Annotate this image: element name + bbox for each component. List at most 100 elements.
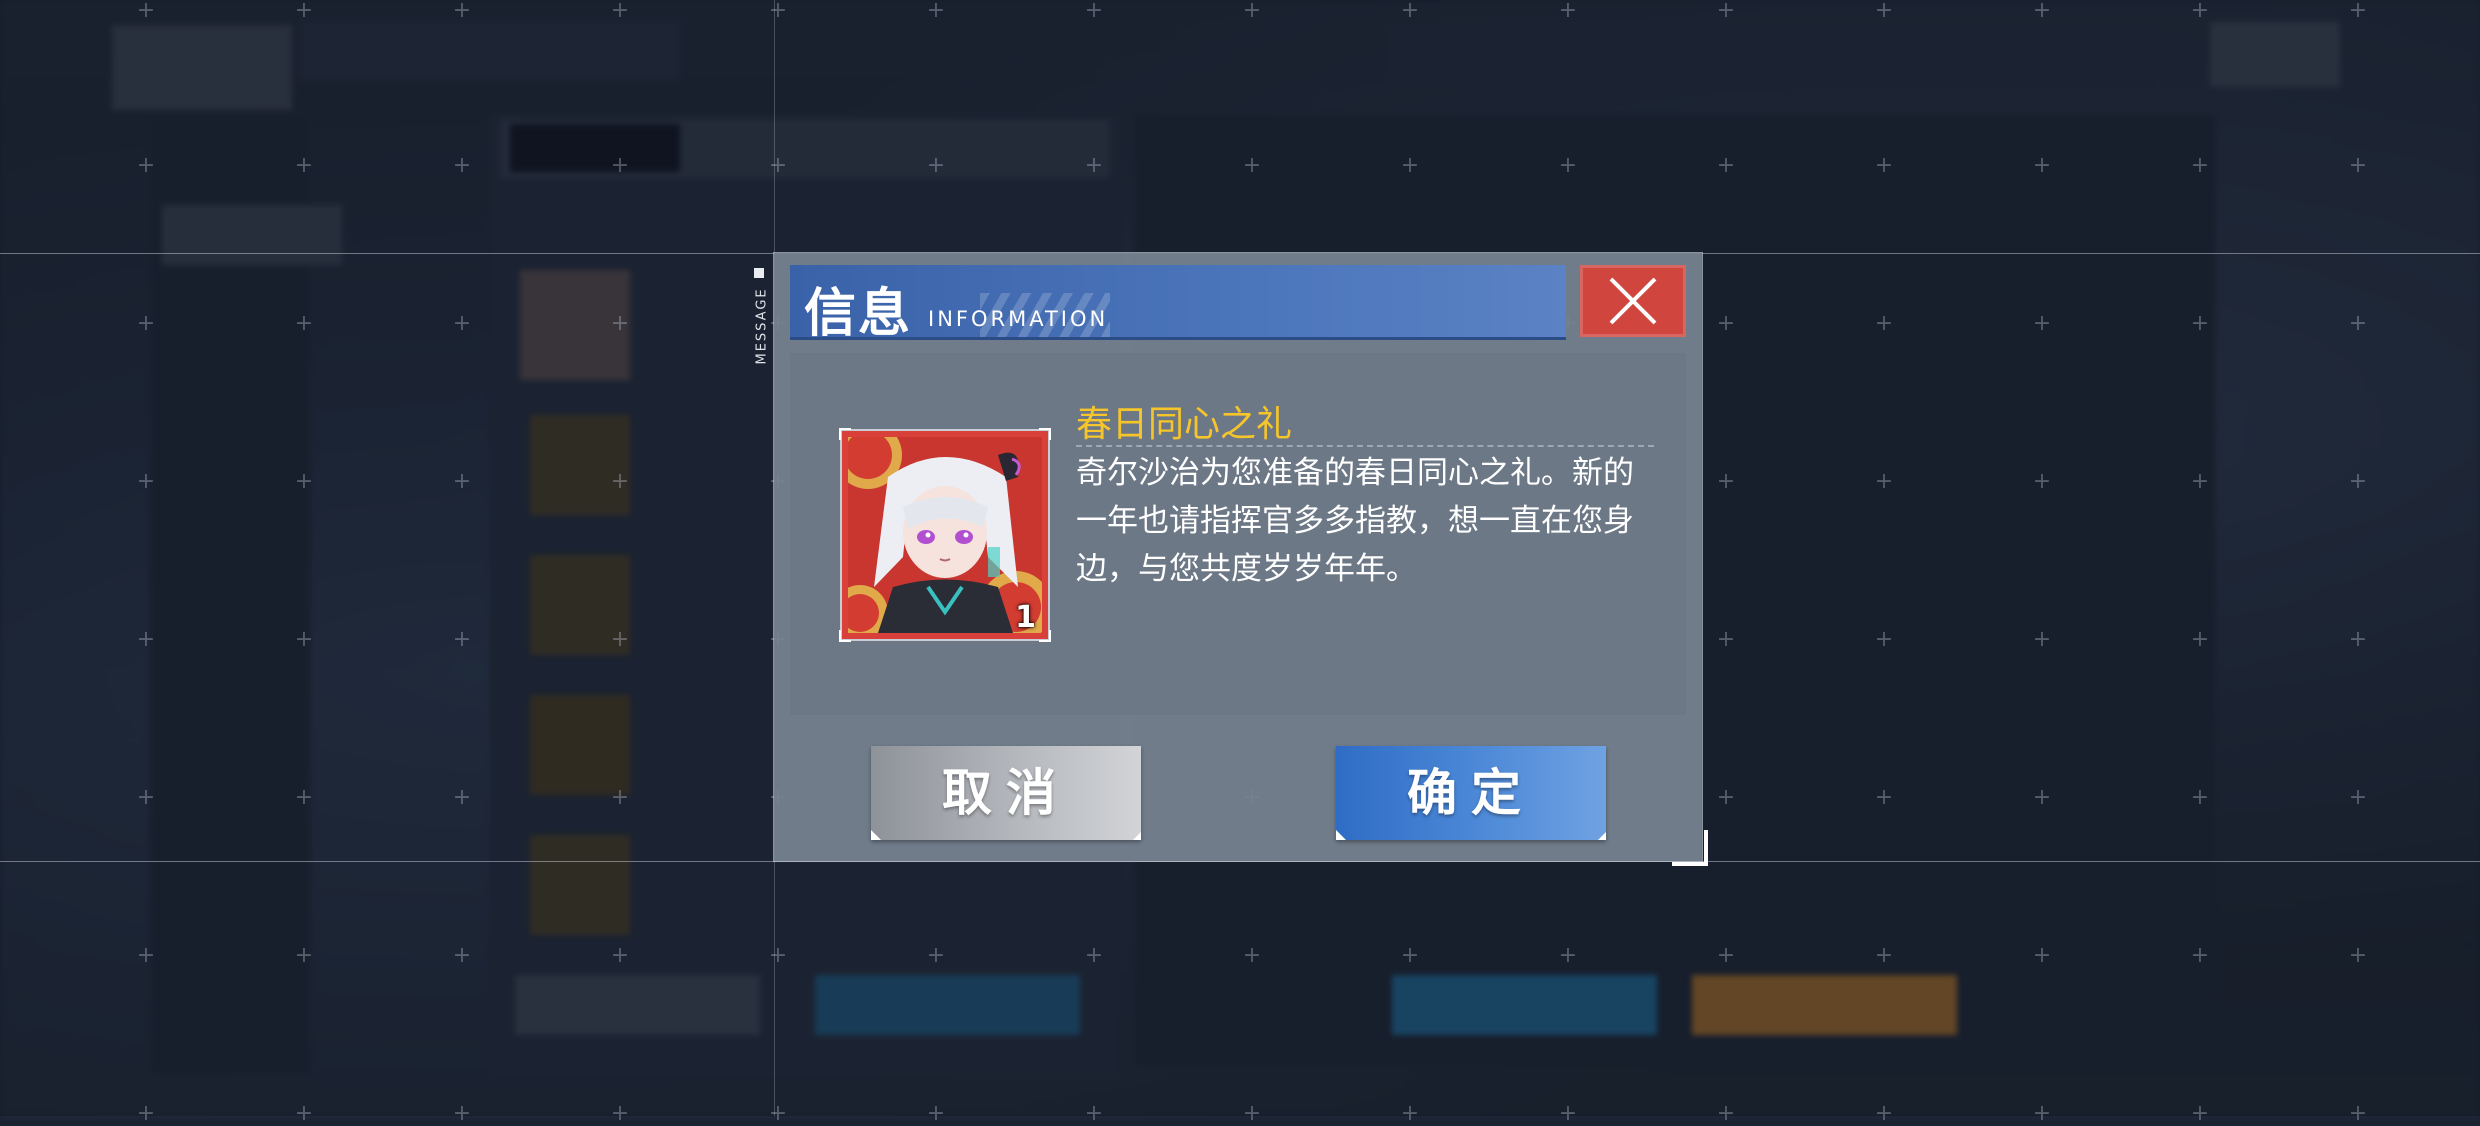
dialog-title: 信息	[804, 283, 913, 344]
grid-plus-mark: +	[136, 0, 156, 23]
grid-plus-mark: +	[926, 0, 946, 23]
grid-plus-mark: +	[294, 153, 314, 178]
guide-line-bottom	[0, 861, 2480, 862]
item-name: 春日同心之礼	[1076, 404, 1293, 445]
grid-plus-mark: +	[610, 153, 630, 178]
grid-plus-mark: +	[1084, 943, 1104, 968]
grid-plus-mark: +	[136, 1101, 156, 1126]
frame-corner	[839, 630, 851, 642]
button-corner	[1133, 832, 1141, 840]
grid-plus-mark: +	[1400, 1101, 1420, 1126]
grid-plus-mark: +	[768, 153, 788, 178]
close-button[interactable]	[1580, 265, 1686, 337]
grid-plus-mark: +	[2190, 153, 2210, 178]
grid-plus-mark: +	[1874, 785, 1894, 810]
grid-plus-mark: +	[2190, 0, 2210, 23]
grid-plus-mark: +	[1874, 153, 1894, 178]
grid-plus-mark: +	[1716, 1101, 1736, 1126]
confirm-button-label: 确定	[1407, 763, 1535, 822]
grid-plus-mark: +	[294, 785, 314, 810]
grid-plus-mark: +	[768, 943, 788, 968]
button-corner	[871, 830, 881, 840]
grid-plus-mark: +	[136, 785, 156, 810]
grid-plus-mark: +	[1400, 943, 1420, 968]
grid-plus-mark: +	[2190, 469, 2210, 494]
dialog-title-en: INFORMATION	[928, 307, 1109, 331]
grid-plus-mark: +	[610, 1101, 630, 1126]
grid-plus-mark: +	[926, 1101, 946, 1126]
grid-plus-mark: +	[452, 311, 472, 336]
side-tag-square	[754, 268, 764, 278]
cancel-button[interactable]: 取消	[871, 746, 1141, 840]
grid-plus-mark: +	[1558, 1101, 1578, 1126]
grid-plus-mark: +	[2348, 311, 2368, 336]
grid-plus-mark: +	[452, 943, 472, 968]
grid-plus-mark: +	[1400, 0, 1420, 23]
item-info-panel: 1 春日同心之礼 奇尔沙治为您准备的春日同心之礼。新的一年也请指挥官多多指教，想…	[790, 353, 1686, 715]
grid-plus-mark: +	[452, 153, 472, 178]
grid-plus-mark: +	[2348, 785, 2368, 810]
grid-plus-mark: +	[452, 1101, 472, 1126]
grid-plus-mark: +	[136, 311, 156, 336]
grid-plus-mark: +	[136, 627, 156, 652]
grid-plus-mark: +	[1558, 943, 1578, 968]
grid-plus-mark: +	[2032, 627, 2052, 652]
grid-plus-mark: +	[610, 785, 630, 810]
grid-plus-mark: +	[610, 311, 630, 336]
information-dialog: 信息 INFORMATION 1 春日同心之礼 奇尔沙治为您准备的春日同心之礼。…	[774, 253, 1702, 861]
grid-plus-mark: +	[294, 469, 314, 494]
grid-plus-mark: +	[452, 785, 472, 810]
grid-plus-mark: +	[610, 469, 630, 494]
grid-plus-mark: +	[452, 0, 472, 23]
grid-plus-mark: +	[768, 1101, 788, 1126]
grid-plus-mark: +	[1874, 0, 1894, 23]
button-corner	[1336, 830, 1346, 840]
grid-plus-mark: +	[294, 943, 314, 968]
button-corner	[1598, 832, 1606, 840]
dialog-corner-bracket	[1672, 830, 1708, 866]
grid-plus-mark: +	[452, 627, 472, 652]
grid-plus-mark: +	[2190, 785, 2210, 810]
confirm-button[interactable]: 确定	[1336, 746, 1606, 840]
grid-plus-mark: +	[1400, 153, 1420, 178]
grid-plus-mark: +	[1084, 0, 1104, 23]
character-portrait-icon	[848, 437, 1042, 633]
grid-plus-mark: +	[1084, 153, 1104, 178]
grid-plus-mark: +	[1242, 1101, 1262, 1126]
grid-plus-mark: +	[1242, 0, 1262, 23]
grid-plus-mark: +	[1716, 469, 1736, 494]
grid-plus-mark: +	[2190, 1101, 2210, 1126]
frame-corner	[839, 428, 851, 440]
grid-plus-mark: +	[1242, 943, 1262, 968]
frame-corner	[1039, 630, 1051, 642]
grid-plus-mark: +	[2190, 311, 2210, 336]
grid-plus-mark: +	[2348, 943, 2368, 968]
grid-plus-mark: +	[1716, 943, 1736, 968]
grid-plus-mark: +	[1874, 311, 1894, 336]
grid-plus-mark: +	[1874, 1101, 1894, 1126]
grid-plus-mark: +	[2032, 1101, 2052, 1126]
grid-plus-mark: +	[2032, 469, 2052, 494]
item-description: 奇尔沙治为您准备的春日同心之礼。新的一年也请指挥官多多指教，想一直在您身边，与您…	[1076, 455, 1634, 587]
grid-plus-mark: +	[2348, 1101, 2368, 1126]
grid-plus-mark: +	[1874, 627, 1894, 652]
grid-plus-mark: +	[2348, 0, 2368, 23]
grid-plus-mark: +	[1716, 311, 1736, 336]
cancel-button-label: 取消	[942, 763, 1070, 822]
item-count: 1	[1015, 600, 1036, 635]
item-icon-frame[interactable]: 1	[839, 428, 1051, 642]
grid-plus-mark: +	[1716, 785, 1736, 810]
dialog-title-bar: 信息 INFORMATION	[790, 265, 1566, 344]
grid-plus-mark: +	[1716, 627, 1736, 652]
grid-plus-mark: +	[1716, 153, 1736, 178]
close-x-icon	[1609, 277, 1657, 325]
grid-plus-mark: +	[2032, 0, 2052, 23]
grid-plus-mark: +	[2190, 627, 2210, 652]
item-name-divider	[1076, 445, 1654, 447]
grid-plus-mark: +	[1084, 1101, 1104, 1126]
grid-plus-mark: +	[2032, 943, 2052, 968]
grid-plus-mark: +	[610, 627, 630, 652]
grid-plus-mark: +	[136, 153, 156, 178]
grid-plus-mark: +	[294, 627, 314, 652]
grid-plus-mark: +	[136, 943, 156, 968]
